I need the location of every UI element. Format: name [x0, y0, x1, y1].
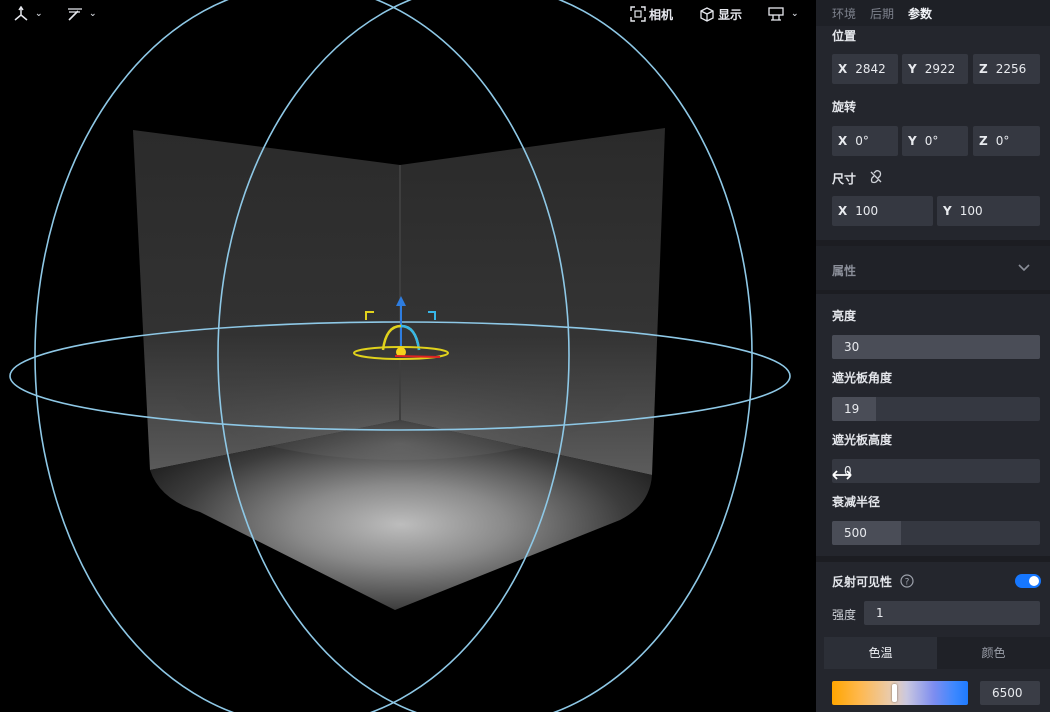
shade-angle-label: 遮光板角度: [832, 371, 893, 385]
scene-canvas[interactable]: [0, 0, 816, 712]
position-label: 位置: [832, 29, 857, 43]
falloff-radius-slider[interactable]: 500: [832, 521, 1040, 545]
reflection-visibility-toggle[interactable]: [1015, 574, 1041, 588]
camera-label: 相机: [649, 7, 674, 22]
tab-post-processing[interactable]: 后期: [870, 5, 894, 22]
falloff-radius-value: 500: [844, 526, 867, 540]
layout-icon: [768, 7, 784, 21]
position-y-input[interactable]: Y 2922: [902, 54, 968, 84]
shade-angle-slider[interactable]: 19: [832, 397, 1040, 421]
shade-height-label: 遮光板高度: [832, 433, 893, 447]
unlink-icon[interactable]: [869, 170, 883, 184]
svg-text:?: ?: [905, 578, 910, 588]
display-button[interactable]: 显示: [699, 4, 742, 24]
intensity-label: 强度: [832, 608, 857, 622]
color-temperature-input[interactable]: 6500: [980, 681, 1040, 705]
section-divider: [816, 556, 1050, 562]
size-x-input[interactable]: X 100: [832, 196, 933, 226]
position-z-input[interactable]: Z 2256: [973, 54, 1040, 84]
display-label: 显示: [718, 7, 743, 22]
rotation-z-input[interactable]: Z 0°: [973, 126, 1040, 156]
rotation-label: 旋转: [832, 100, 857, 114]
shade-height-slider[interactable]: 0: [832, 459, 1040, 483]
rotation-x-input[interactable]: X 0°: [832, 126, 898, 156]
attributes-title: 属性: [832, 264, 857, 278]
properties-panel: 环境 后期 参数 位置 X 2842 Y 2922 Z 2256 旋转 X 0° Y 0°…: [816, 0, 1050, 712]
rotation-y-input[interactable]: Y 0°: [902, 126, 968, 156]
chevron-down-icon: ⌄: [35, 9, 43, 19]
magic-wand-icon: [68, 8, 82, 21]
tab-color-temperature[interactable]: 色温: [824, 637, 937, 669]
brightness-label: 亮度: [832, 309, 857, 323]
transform-mode-dropdown[interactable]: ⌄: [12, 4, 43, 24]
shade-angle-value: 19: [844, 402, 860, 416]
cube-icon: [700, 7, 714, 22]
position-x-input[interactable]: X 2842: [832, 54, 898, 84]
reflection-visibility-label: 反射可见性: [832, 575, 893, 589]
brightness-value: 30: [844, 340, 860, 354]
attributes-header[interactable]: 属性: [816, 246, 1050, 290]
chevron-down-icon: ⌄: [89, 9, 97, 19]
camera-frame-icon: [630, 6, 646, 22]
tab-environment[interactable]: 环境: [832, 5, 856, 22]
color-mode-tabs: 色温 颜色: [824, 637, 1050, 669]
brightness-slider[interactable]: 30: [832, 335, 1040, 359]
color-temperature-slider[interactable]: [832, 681, 968, 705]
chevron-down-icon: [1018, 264, 1030, 272]
resize-cursor-icon: [832, 470, 852, 480]
help-icon[interactable]: ?: [900, 574, 914, 588]
3d-viewport[interactable]: ⌄ ⌄ 相机 显示 ⌄: [0, 0, 816, 712]
section-divider: [816, 290, 1050, 294]
brush-tool-dropdown[interactable]: ⌄: [66, 4, 97, 24]
tab-parameters[interactable]: 参数: [908, 5, 932, 22]
falloff-radius-label: 衰减半径: [832, 495, 881, 509]
size-y-input[interactable]: Y 100: [937, 196, 1040, 226]
size-label: 尺寸: [832, 172, 857, 186]
panel-tabs: 环境 后期 参数: [816, 0, 1050, 26]
axes-icon: [14, 6, 28, 21]
intensity-input[interactable]: 1: [864, 601, 1040, 625]
brightness-slider-fill: [832, 335, 1040, 359]
layout-dropdown[interactable]: ⌄: [768, 4, 799, 24]
color-temperature-thumb[interactable]: [892, 684, 898, 702]
chevron-down-icon: ⌄: [791, 9, 799, 19]
tab-color[interactable]: 颜色: [937, 637, 1050, 669]
camera-button[interactable]: 相机: [630, 4, 673, 24]
